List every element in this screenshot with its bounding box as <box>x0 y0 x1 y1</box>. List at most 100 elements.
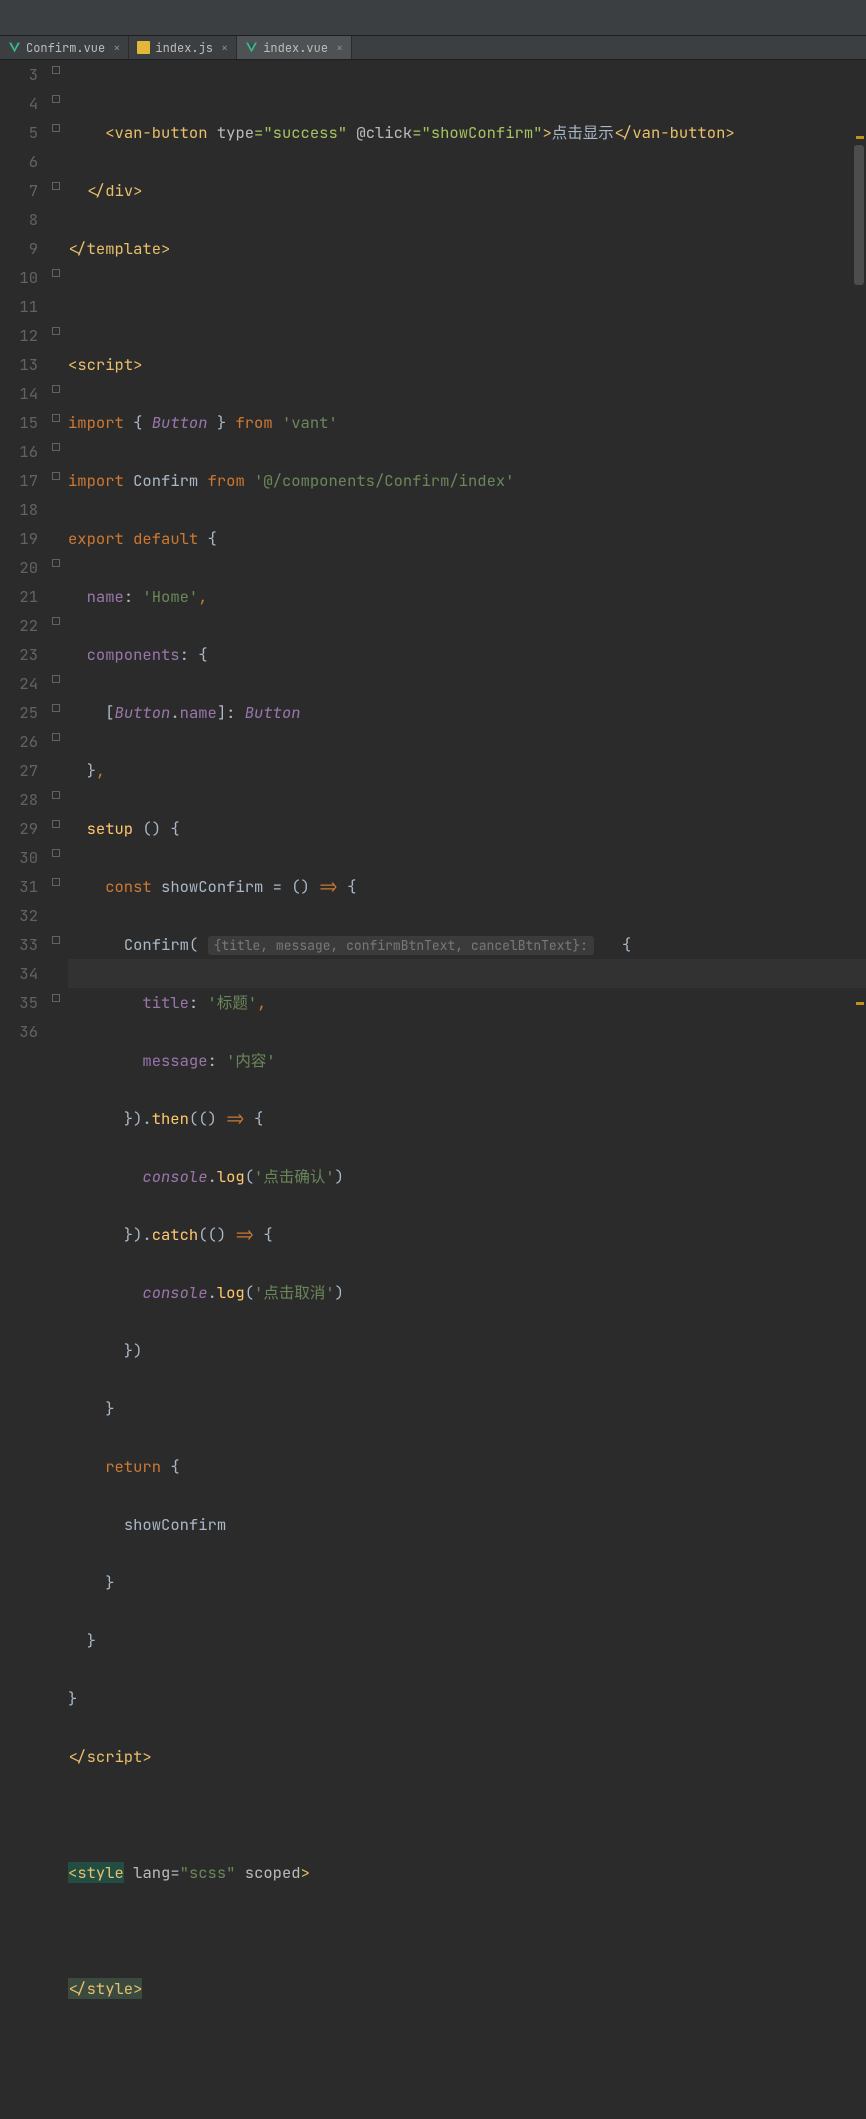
line-number: 31 <box>0 872 38 901</box>
line-number: 19 <box>0 524 38 553</box>
line-number: 27 <box>0 756 38 785</box>
fold-marker[interactable] <box>52 269 60 277</box>
line-number: 28 <box>0 785 38 814</box>
line-number: 29 <box>0 814 38 843</box>
line-number: 17 <box>0 466 38 495</box>
tab-label: Confirm.vue <box>26 40 105 56</box>
fold-marker[interactable] <box>52 936 60 944</box>
line-number: 5 <box>0 118 38 147</box>
code-line: } <box>68 1684 866 1713</box>
line-number: 26 <box>0 727 38 756</box>
close-icon[interactable]: × <box>113 40 120 56</box>
line-number: 11 <box>0 292 38 321</box>
code-line: title: '标题', <box>68 988 866 1017</box>
code-line: import Confirm from '@/components/Confir… <box>68 466 866 495</box>
code-line <box>68 292 866 321</box>
tab-index-js[interactable]: index.js × <box>129 36 237 59</box>
fold-marker[interactable] <box>52 675 60 683</box>
line-number: 36 <box>0 1017 38 1046</box>
fold-marker[interactable] <box>52 327 60 335</box>
fold-marker[interactable] <box>52 878 60 886</box>
code-line: console.log('点击取消') <box>68 1278 866 1307</box>
vertical-scrollbar[interactable] <box>854 120 864 1220</box>
title-bar <box>0 0 866 36</box>
warning-stripe[interactable] <box>856 136 864 139</box>
line-number: 35 <box>0 988 38 1017</box>
fold-marker[interactable] <box>52 704 60 712</box>
line-number: 18 <box>0 495 38 524</box>
fold-marker[interactable] <box>52 124 60 132</box>
fold-marker[interactable] <box>52 385 60 393</box>
code-line: <style lang="scss" scoped> <box>68 1858 866 1887</box>
line-number: 32 <box>0 901 38 930</box>
tab-label: index.js <box>155 40 213 56</box>
line-numbers: 3456789101112131415161718192021222324252… <box>0 60 50 2119</box>
code-line: </template> <box>68 234 866 263</box>
fold-marker[interactable] <box>52 849 60 857</box>
line-number: 21 <box>0 582 38 611</box>
line-number: 8 <box>0 205 38 234</box>
code-line: name: 'Home', <box>68 582 866 611</box>
code-line: export default { <box>68 524 866 553</box>
fold-marker[interactable] <box>52 66 60 74</box>
warning-stripe[interactable] <box>856 1002 864 1005</box>
fold-marker[interactable] <box>52 559 60 567</box>
line-number: 6 <box>0 147 38 176</box>
code-line: const showConfirm = () => { <box>68 872 866 901</box>
code-line: <script> <box>68 350 866 379</box>
editor-tabs: Confirm.vue × index.js × index.vue × <box>0 36 866 60</box>
line-number: 24 <box>0 669 38 698</box>
code-line: } <box>68 1394 866 1423</box>
vue-icon <box>245 41 258 54</box>
code-line: </div> <box>68 176 866 205</box>
line-number: 33 <box>0 930 38 959</box>
code-line: console.log('点击确认') <box>68 1162 866 1191</box>
code-line: } <box>68 1568 866 1597</box>
code-line: <van-button type="success" @click="showC… <box>68 118 866 147</box>
fold-column <box>50 60 68 2119</box>
vue-icon <box>8 41 21 54</box>
caret-line-highlight <box>68 959 866 988</box>
code-line <box>68 2032 866 2061</box>
scrollbar-thumb[interactable] <box>854 145 864 285</box>
code-line: }).then(() => { <box>68 1104 866 1133</box>
line-number: 4 <box>0 89 38 118</box>
code-line: setup () { <box>68 814 866 843</box>
code-line: Confirm( {title, message, confirmBtnText… <box>68 930 866 959</box>
code-line: message: '内容' <box>68 1046 866 1075</box>
fold-marker[interactable] <box>52 733 60 741</box>
line-number: 25 <box>0 698 38 727</box>
parameter-hint: {title, message, confirmBtnText, cancelB… <box>208 936 594 955</box>
code-line: }) <box>68 1336 866 1365</box>
line-number: 10 <box>0 263 38 292</box>
line-number: 30 <box>0 843 38 872</box>
js-icon <box>137 41 150 54</box>
code-line: import { Button } from 'vant' <box>68 408 866 437</box>
tab-index-vue[interactable]: index.vue × <box>237 36 352 59</box>
tab-confirm-vue[interactable]: Confirm.vue × <box>0 36 129 59</box>
code-area[interactable]: <van-button type="success" @click="showC… <box>68 60 866 2119</box>
code-line: showConfirm <box>68 1510 866 1539</box>
fold-marker[interactable] <box>52 820 60 828</box>
code-line: }).catch(() => { <box>68 1220 866 1249</box>
close-icon[interactable]: × <box>221 40 228 56</box>
code-line: [Button.name]: Button <box>68 698 866 727</box>
fold-marker[interactable] <box>52 791 60 799</box>
line-number: 12 <box>0 321 38 350</box>
line-number: 16 <box>0 437 38 466</box>
fold-marker[interactable] <box>52 994 60 1002</box>
code-line: </style> <box>68 1974 866 2003</box>
fold-marker[interactable] <box>52 414 60 422</box>
line-number: 20 <box>0 553 38 582</box>
fold-marker[interactable] <box>52 472 60 480</box>
fold-marker[interactable] <box>52 617 60 625</box>
fold-marker[interactable] <box>52 95 60 103</box>
line-number: 15 <box>0 408 38 437</box>
line-number: 14 <box>0 379 38 408</box>
line-number: 23 <box>0 640 38 669</box>
fold-marker[interactable] <box>52 443 60 451</box>
line-number: 9 <box>0 234 38 263</box>
close-icon[interactable]: × <box>336 40 343 56</box>
code-editor[interactable]: 3456789101112131415161718192021222324252… <box>0 60 866 2119</box>
fold-marker[interactable] <box>52 182 60 190</box>
